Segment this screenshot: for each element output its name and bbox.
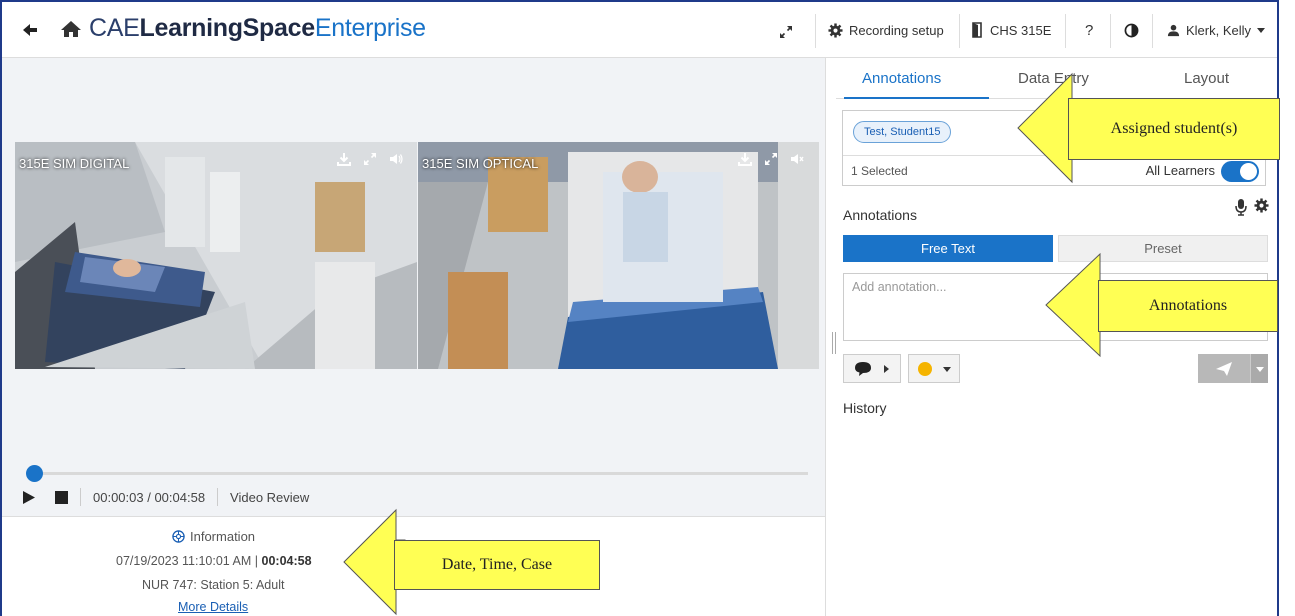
play-icon[interactable] — [22, 490, 36, 505]
back-arrow-icon[interactable] — [20, 20, 40, 40]
playback-mode: Video Review — [230, 489, 310, 505]
room-label: CHS 315E — [990, 22, 1052, 38]
free-text-button[interactable]: Free Text — [843, 235, 1053, 262]
video-panel-optical[interactable]: 315E SIM OPTICAL — [418, 142, 819, 369]
video-label-optical: 315E SIM OPTICAL — [422, 156, 539, 171]
door-icon — [972, 22, 982, 38]
room-button[interactable]: CHS 315E — [972, 2, 1051, 58]
selected-count: 1 Selected — [851, 164, 908, 178]
mute-icon[interactable] — [790, 152, 804, 166]
active-tab-indicator — [844, 97, 989, 99]
more-details-link[interactable]: More Details — [178, 600, 248, 614]
player-controls: 00:00:03 / 00:04:58 Video Review — [22, 486, 309, 508]
all-learners-toggle[interactable] — [1221, 161, 1259, 182]
info-separator: | — [254, 554, 259, 568]
info-title: Information — [172, 529, 255, 544]
user-icon — [1167, 24, 1180, 36]
expand-icon[interactable] — [363, 152, 377, 166]
download-icon[interactable] — [738, 152, 752, 166]
panel-resize-handle[interactable] — [832, 332, 836, 354]
home-icon[interactable] — [60, 19, 82, 39]
playback-time: 00:00:03 / 00:04:58 — [93, 489, 206, 505]
video-frame-optical — [418, 142, 819, 369]
info-title-text: Information — [190, 529, 256, 544]
tab-annotations[interactable]: Annotations — [862, 70, 941, 87]
send-options-button[interactable] — [1250, 354, 1268, 383]
controls-separator — [217, 488, 219, 506]
brand-middle: LearningSpace — [139, 14, 316, 42]
toggle-knob — [1240, 163, 1257, 180]
speech-bubble-icon — [855, 361, 871, 376]
microphone-icon[interactable] — [1235, 198, 1247, 216]
color-dot-icon — [917, 361, 932, 376]
toolbar-separator — [1152, 14, 1153, 48]
volume-icon[interactable] — [389, 152, 403, 166]
brand-logo: CAELearningSpaceEnterprise — [89, 14, 426, 43]
expand-icon[interactable] — [764, 152, 778, 166]
send-annotation-button[interactable] — [1198, 354, 1250, 383]
caret-down-icon — [1255, 366, 1264, 372]
gear-icon — [828, 22, 843, 38]
video-controls-optical — [738, 152, 804, 166]
caret-down-icon — [942, 366, 951, 372]
toolbar-separator — [1110, 14, 1111, 48]
caret-right-icon — [884, 364, 889, 373]
controls-separator — [80, 488, 81, 506]
toolbar-separator — [1065, 14, 1066, 48]
settings-gear-icon[interactable] — [1254, 198, 1269, 213]
learner-chip[interactable]: Test, Student15 — [853, 121, 952, 143]
video-stage: 315E SIM DIGITAL 315E SIM OPTICAL 00:00:… — [2, 58, 825, 516]
top-bar: CAELearningSpaceEnterprise Recording set… — [2, 2, 1277, 58]
video-label-digital: 315E SIM DIGITAL — [19, 156, 130, 171]
stop-icon[interactable] — [55, 490, 68, 504]
annotations-heading: Annotations — [843, 207, 917, 223]
video-controls-digital — [337, 152, 403, 166]
recording-setup-button[interactable]: Recording setup — [828, 2, 944, 58]
toolbar-separator — [815, 14, 816, 48]
video-frame-digital — [15, 142, 417, 369]
contrast-icon — [1124, 23, 1139, 37]
user-menu-button[interactable]: Klerk, Kelly — [1167, 2, 1272, 58]
download-icon[interactable] — [337, 152, 351, 166]
toolbar-separator — [959, 14, 960, 48]
contrast-toggle-button[interactable] — [1124, 2, 1145, 58]
info-datetime: 07/19/2023 11:10:01 AM — [116, 554, 252, 568]
caret-down-icon — [1257, 28, 1266, 33]
info-case: NUR 747: Station 5: Adult — [142, 578, 285, 592]
send-icon — [1216, 361, 1232, 376]
all-learners-label: All Learners — [1145, 163, 1215, 178]
annotation-type-button[interactable] — [843, 354, 901, 383]
user-name: Klerk, Kelly — [1186, 22, 1252, 38]
annotation-color-button[interactable] — [908, 354, 960, 383]
callout-annotations: Annotations — [1098, 280, 1278, 332]
information-icon — [172, 530, 185, 543]
brand-prefix: CAE — [89, 14, 140, 42]
video-progress-knob[interactable] — [26, 465, 43, 482]
help-label: ? — [1085, 21, 1094, 39]
video-panel-digital[interactable]: 315E SIM DIGITAL — [15, 142, 417, 369]
info-duration: 00:04:58 — [261, 554, 312, 568]
tab-layout[interactable]: Layout — [1184, 70, 1229, 87]
expand-icon[interactable] — [778, 24, 794, 40]
history-heading: History — [843, 400, 887, 416]
callout-assigned-students: Assigned student(s) — [1068, 98, 1280, 160]
callout-date-time-case: Date, Time, Case — [394, 540, 600, 590]
info-datetime-line: 07/19/2023 11:10:01 AM | 00:04:58 — [116, 554, 312, 568]
brand-suffix: Enterprise — [314, 14, 426, 42]
help-button[interactable]: ? — [1085, 2, 1093, 58]
recording-setup-label: Recording setup — [849, 22, 944, 38]
video-progress-track[interactable] — [32, 472, 808, 475]
